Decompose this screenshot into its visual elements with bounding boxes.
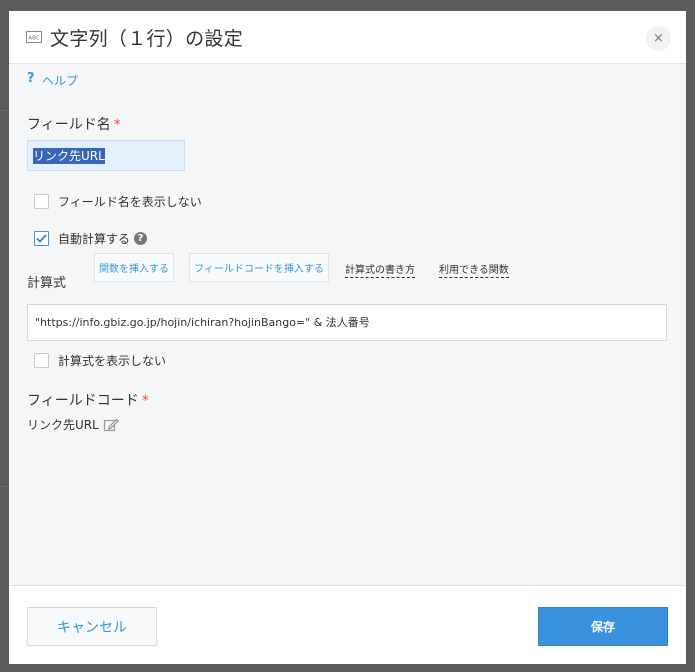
info-icon[interactable]: ? bbox=[134, 232, 148, 245]
single-line-text-icon: ABC bbox=[26, 31, 42, 43]
cancel-button[interactable]: キャンセル bbox=[27, 607, 157, 646]
dialog-title: 文字列（１行）の設定 bbox=[50, 28, 244, 50]
insert-field-code-button[interactable]: フィールドコードを挿入する bbox=[189, 253, 329, 282]
save-button[interactable]: 保存 bbox=[538, 607, 668, 646]
insert-function-button[interactable]: 関数を挿入する bbox=[94, 253, 174, 282]
hide-field-name-label: フィールド名を表示しない bbox=[58, 195, 202, 209]
checkbox-unchecked[interactable] bbox=[34, 353, 49, 368]
available-functions-link[interactable]: 利用できる関数 bbox=[439, 261, 509, 278]
help-link[interactable]: ヘルプ bbox=[42, 72, 78, 89]
dialog-header: ABC 文字列（１行）の設定 × bbox=[9, 11, 686, 63]
hide-field-name-checkbox[interactable]: フィールド名を表示しない bbox=[34, 193, 202, 210]
formula-toolbar: 関数を挿入する フィールドコードを挿入する 計算式の書き方 利用できる関数 bbox=[94, 253, 686, 283]
field-name-value: リンク先URL bbox=[33, 148, 105, 164]
dialog-body: フィールド名 * リンク先URL フィールド名を表示しない 自動計算する ? 計算… bbox=[9, 95, 686, 585]
dialog-footer: キャンセル 保存 bbox=[9, 585, 686, 664]
edit-icon[interactable] bbox=[103, 417, 119, 433]
help-bar: ? ヘルプ bbox=[9, 63, 686, 96]
auto-calc-checkbox[interactable]: 自動計算する ? bbox=[34, 230, 148, 247]
formula-input[interactable]: "https://info.gbiz.go.jp/hojin/ichiran?h… bbox=[27, 304, 667, 341]
field-name-label-text: フィールド名 bbox=[27, 117, 111, 133]
field-code-value: リンク先URL bbox=[27, 418, 99, 432]
required-mark: * bbox=[141, 393, 149, 409]
checkbox-checked[interactable] bbox=[34, 231, 49, 246]
checkmark-icon bbox=[36, 234, 47, 243]
required-mark: * bbox=[113, 117, 121, 133]
question-icon: ? bbox=[27, 71, 35, 86]
formula-help-link[interactable]: 計算式の書き方 bbox=[345, 261, 415, 278]
close-button[interactable]: × bbox=[646, 26, 671, 51]
hide-formula-checkbox[interactable]: 計算式を表示しない bbox=[34, 352, 166, 369]
field-code-label-text: フィールドコード bbox=[27, 393, 139, 409]
field-name-label: フィールド名 * bbox=[27, 114, 121, 134]
formula-label: 計算式 bbox=[27, 276, 67, 291]
backdrop-line bbox=[0, 110, 9, 111]
auto-calc-label: 自動計算する bbox=[58, 232, 131, 246]
field-code-label: フィールドコード * bbox=[27, 390, 149, 410]
hide-formula-label: 計算式を表示しない bbox=[58, 354, 167, 368]
checkbox-unchecked[interactable] bbox=[34, 194, 49, 209]
field-code-row: リンク先URL bbox=[27, 416, 119, 433]
backdrop-line bbox=[0, 486, 9, 487]
svg-text:ABC: ABC bbox=[28, 36, 39, 42]
settings-dialog: ABC 文字列（１行）の設定 × ? ヘルプ フィールド名 * リンク先URL フ… bbox=[9, 11, 686, 664]
field-name-input[interactable]: リンク先URL bbox=[27, 140, 185, 171]
close-icon: × bbox=[653, 31, 664, 46]
